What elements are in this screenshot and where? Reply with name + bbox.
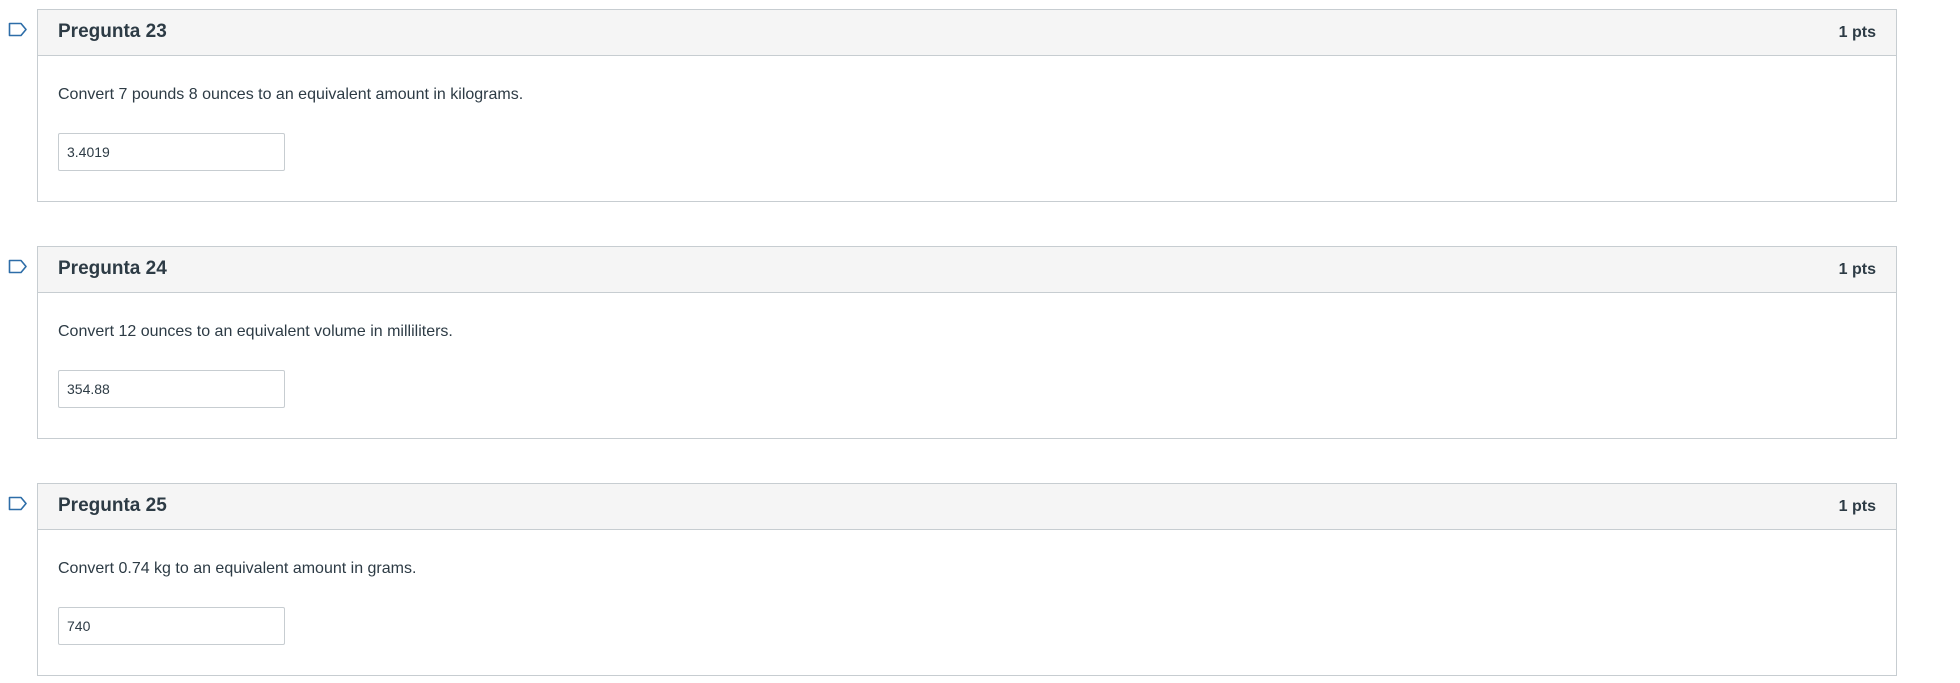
question-text: Convert 7 pounds 8 ounces to an equivale… — [58, 86, 524, 103]
question-text: Convert 0.74 kg to an equivalent amount … — [58, 560, 417, 577]
question-points: 1 pts — [1838, 261, 1876, 278]
question-points: 1 pts — [1838, 24, 1876, 41]
question-title: Pregunta 24 — [58, 258, 167, 279]
question-title: Pregunta 25 — [58, 495, 167, 516]
question-body: Convert 0.74 kg to an equivalent amount … — [38, 530, 1896, 675]
question-card: Pregunta 24 1 pts Convert 12 ounces to a… — [37, 246, 1897, 439]
quiz-page: Pregunta 23 1 pts Convert 7 pounds 8 oun… — [0, 0, 1960, 683]
question-header: Pregunta 23 1 pts — [38, 10, 1896, 56]
answer-input[interactable] — [58, 370, 285, 408]
question-header: Pregunta 24 1 pts — [38, 247, 1896, 293]
bookmark-flag-icon[interactable] — [8, 259, 28, 274]
question-body: Convert 12 ounces to an equivalent volum… — [38, 293, 1896, 438]
question-points: 1 pts — [1838, 498, 1876, 515]
bookmark-flag-icon[interactable] — [8, 496, 28, 511]
answer-input[interactable] — [58, 133, 285, 171]
question-body: Convert 7 pounds 8 ounces to an equivale… — [38, 56, 1896, 201]
bookmark-flag-icon[interactable] — [8, 22, 28, 37]
question-header: Pregunta 25 1 pts — [38, 484, 1896, 530]
question-text: Convert 12 ounces to an equivalent volum… — [58, 323, 453, 340]
question-card: Pregunta 25 1 pts Convert 0.74 kg to an … — [37, 483, 1897, 676]
question-title: Pregunta 23 — [58, 21, 167, 42]
answer-input[interactable] — [58, 607, 285, 645]
question-card: Pregunta 23 1 pts Convert 7 pounds 8 oun… — [37, 9, 1897, 202]
